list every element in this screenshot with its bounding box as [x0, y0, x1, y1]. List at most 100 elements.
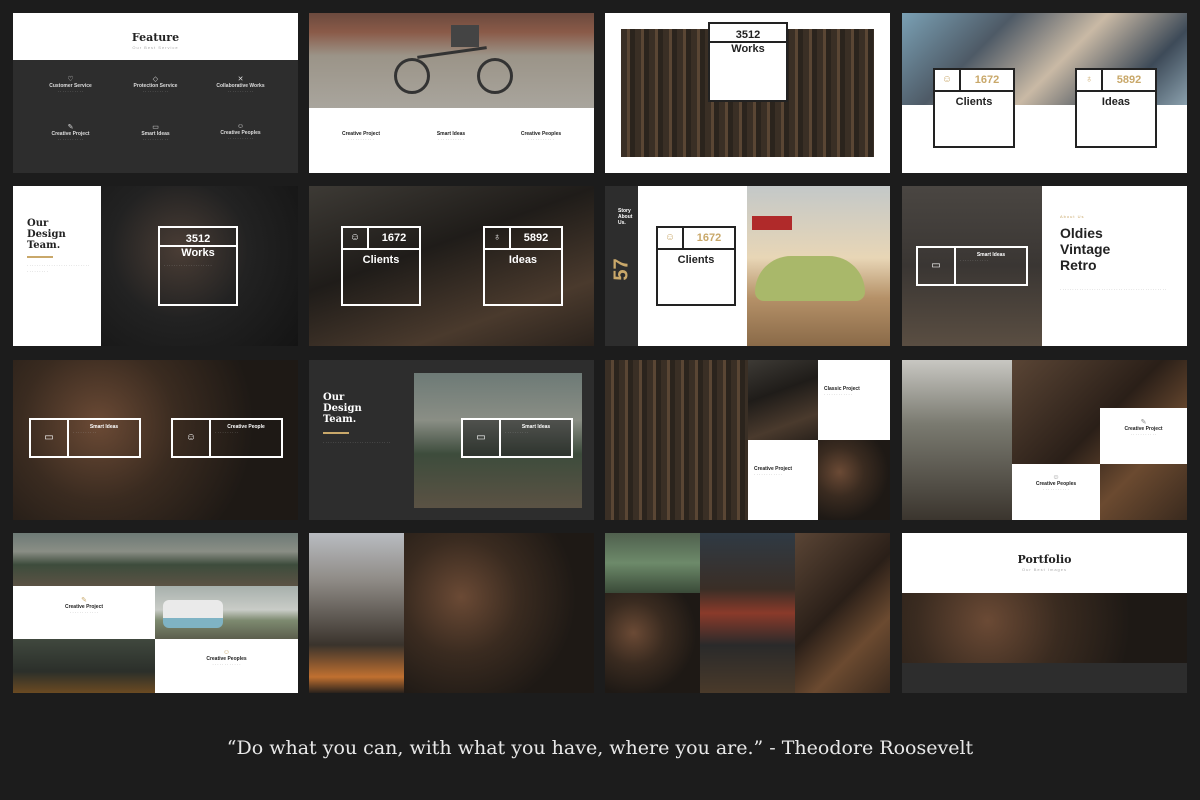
smart-ideas-text: · · · · · · · · · · · · [960, 258, 989, 263]
car-shape [755, 256, 865, 301]
heart-icon: ♡ [67, 76, 74, 83]
chat-icon: ▭ [31, 420, 69, 456]
slide-team-forest[interactable]: Our Design Team. · · · · · · · · · · · ·… [309, 360, 594, 520]
works-box: 3512 Works [708, 22, 788, 102]
people-icon: ☺ [1052, 474, 1060, 481]
slide-barista[interactable] [309, 533, 594, 693]
pencil-icon: ✎ [81, 597, 87, 604]
lightbulb-icon: ♁ [485, 228, 511, 248]
works-number: 3512 [735, 29, 761, 41]
slide-forest-van[interactable]: ✎ Creative Project · · · · · · · · · · ·… [13, 533, 298, 693]
team-title: Our Design Team. [323, 392, 362, 425]
shield-icon: ◇ [152, 76, 159, 83]
cafe-photo [902, 360, 1012, 520]
oldies-title-line: Vintage [1060, 241, 1111, 257]
slide-feature[interactable]: Feature Our Best Service ♡ Customer Serv… [13, 13, 298, 173]
ideas-label: Ideas [1101, 96, 1131, 108]
feature-header: Feature Our Best Service [13, 13, 298, 60]
creative-project-panel: Creative Project · · · · · · · · · · · · [748, 440, 818, 520]
oldies-title-line: Oldies [1060, 225, 1103, 241]
oldies-small: About Us [1060, 214, 1085, 219]
team-title: Our Design Team. [27, 218, 101, 251]
clients-box: ☺ 1672 Clients [656, 226, 736, 306]
tools-icon: ✕ [237, 76, 244, 83]
feature-item-text: · · · · · · · · · · · [57, 137, 84, 142]
quote-text: “Do what you can, with what you have, wh… [226, 737, 974, 759]
smart-ideas-content: Smart Ideas · · · · · · · · · · · · [956, 248, 1026, 284]
ideas-box: ♁ 5892 Ideas [483, 226, 563, 306]
team-title-line: Our [323, 392, 345, 403]
bike-item: Creative Peoples · · · · · · · · · · · [501, 131, 581, 143]
feature-item: ▭ Smart Ideas · · · · · · · · · · · [118, 123, 193, 143]
creative-project-panel: ✎ Creative Project · · · · · · · · · · ·… [13, 586, 155, 639]
barista-photo [309, 533, 404, 693]
creative-peoples-text: · · · · · · · · · · · · [212, 662, 241, 667]
bike-item-text: · · · · · · · · · · · [528, 137, 554, 142]
bike-item: Creative Project · · · · · · · · · · · [321, 131, 401, 143]
lamp-photo [748, 360, 818, 440]
pot-photo [818, 440, 890, 520]
car-photo [747, 186, 890, 346]
sign-shape [451, 25, 479, 47]
slide-clients-ideas-dark[interactable]: ☺ 1672 Clients ♁ 5892 Ideas [309, 186, 594, 346]
chat-icon: ▭ [152, 124, 159, 131]
smart-ideas-text: · · · · · · · · · · [505, 430, 529, 435]
creative-people-box: ☺ Creative People · · · · · · · · · · [171, 418, 283, 458]
bicycle-photo [309, 13, 594, 108]
oldies-text: About Us Oldies Vintage Retro · · · · · … [1060, 214, 1170, 293]
radio-photo [700, 533, 795, 693]
portfolio-photo [902, 593, 1187, 663]
team-title-line: Design [323, 403, 362, 414]
clients-box-top: ☺ 1672 [343, 228, 419, 250]
smart-ideas-content: Smart Ideas · · · · · · · · · · [501, 420, 571, 456]
bike-item-text: · · · · · · · · · · · [438, 137, 464, 142]
slide-oldies[interactable]: ▭ Smart Ideas · · · · · · · · · · · · Ab… [902, 186, 1187, 346]
feature-item-text: · · · · · · · · · · · [142, 137, 169, 142]
feature-item-text: · · · · · · · · · · · [227, 89, 254, 94]
feature-item: ☺ Creative Peoples · · · · · · · · · · · [203, 123, 278, 142]
feature-item-text: · · · · · · · · · · · [142, 89, 169, 94]
team-title-line: Design [27, 229, 66, 240]
slide-team[interactable]: Our Design Team. · · · · · · · · · · · ·… [13, 186, 298, 346]
slide-portfolio[interactable]: Portfolio Our Best Images [902, 533, 1187, 693]
slide-works[interactable]: 3512 Works [605, 13, 890, 173]
wheel-shape [394, 58, 430, 94]
team-text: · · · · · · · · · · · · · · · · · · · · … [323, 440, 391, 445]
pottery-photo [795, 533, 890, 693]
clients-box: ☺ 1672 Clients [341, 226, 421, 306]
cooler-shape [752, 216, 792, 230]
slide-kettle-icons[interactable]: ▭ Smart Ideas · · · · · · · · · · ☺ Crea… [13, 360, 298, 520]
ideas-box-top: ♁ 5892 [1077, 70, 1155, 92]
clients-box: ☺ 1672 Clients [933, 68, 1015, 148]
story-label: Story About Us. [618, 208, 633, 226]
feature-subtitle: Our Best Service [132, 45, 179, 50]
kettle-photo [404, 533, 594, 693]
user-icon: ☺ [343, 228, 369, 248]
oldies-body: · · · · · · · · · · · · · · · · · · · · … [1060, 287, 1167, 292]
clients-number: 1672 [696, 232, 722, 244]
ideas-box-top: ♁ 5892 [485, 228, 561, 250]
feature-title: Feature [131, 31, 180, 44]
portfolio-subtitle: Our Best Images [1021, 567, 1067, 572]
team-panel: Our Design Team. · · · · · · · · · · · ·… [13, 186, 101, 346]
slide-cafe[interactable]: ✎ Creative Project · · · · · · · · · · ·… [902, 360, 1187, 520]
creative-peoples-panel: ☺ Creative Peoples · · · · · · · · · · · [1012, 464, 1100, 520]
creative-peoples-text: · · · · · · · · · · · [1043, 487, 1069, 492]
user-icon: ☺ [658, 228, 684, 248]
slide-collage[interactable] [605, 533, 890, 693]
slide-tools-grid[interactable]: Classic Project · · · · · · · · · · · · … [605, 360, 890, 520]
clients-box-top: ☺ 1672 [658, 228, 734, 250]
slide-story[interactable]: Story About Us. 57 ☺ 1672 Clients [605, 186, 890, 346]
slide-clients-ideas[interactable]: ☺ 1672 Clients ♁ 5892 Ideas [902, 13, 1187, 173]
works-text: · · · · · · · · · · · · · · · · · · · · [164, 263, 212, 268]
works-label: Works [710, 41, 786, 55]
slide-bike[interactable]: Creative Project · · · · · · · · · · · S… [309, 13, 594, 173]
pencil-icon: ✎ [1140, 419, 1147, 426]
creative-project-panel: ✎ Creative Project · · · · · · · · · · · [1100, 408, 1187, 464]
frame-shape [417, 46, 487, 59]
tools-photo [605, 360, 748, 520]
ideas-box: ♁ 5892 Ideas [1075, 68, 1157, 148]
chat-icon: ▭ [463, 420, 501, 456]
old-car-photo [605, 533, 700, 593]
story-sidebar: Story About Us. 57 [605, 186, 638, 346]
